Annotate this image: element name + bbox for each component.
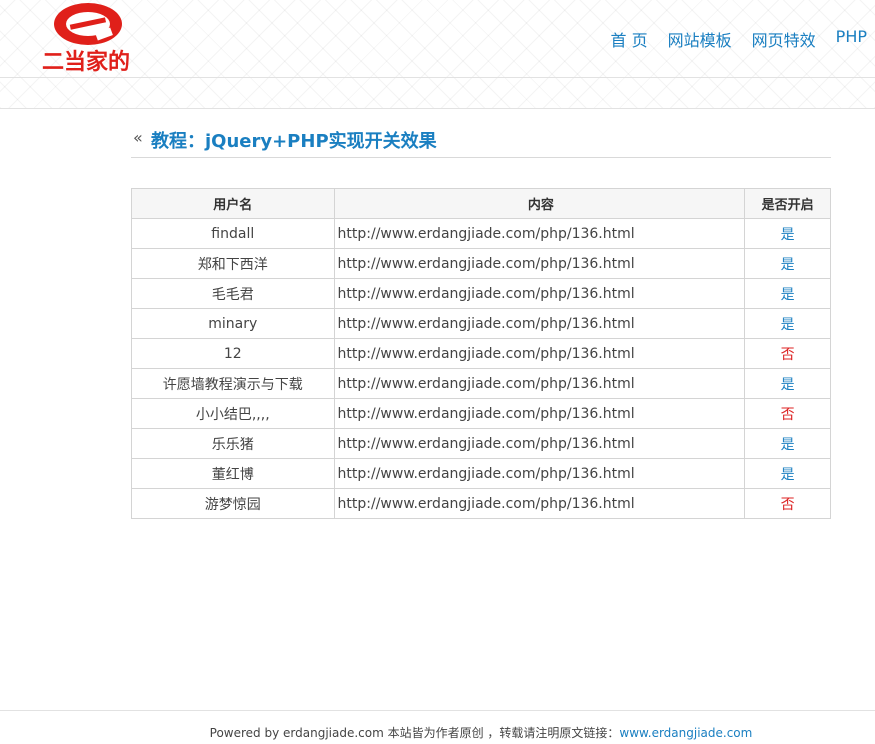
main-nav: 首 页 网站模板 网页特效 PHP bbox=[611, 27, 867, 51]
table-row: minary http://www.erdangjiade.com/php/136… bbox=[131, 308, 831, 339]
cell-content: http://www.erdangjiade.com/php/136.html bbox=[333, 428, 746, 459]
footer-divider bbox=[0, 710, 875, 711]
double-chevron-left-icon: « bbox=[133, 128, 143, 147]
cell-username: 游梦惊园 bbox=[131, 488, 335, 519]
cell-username: 郑和下西洋 bbox=[131, 248, 335, 279]
cell-status: 是 bbox=[744, 218, 831, 249]
nav-item-effects[interactable]: 网页特效 bbox=[752, 27, 816, 51]
cell-status: 是 bbox=[744, 458, 831, 489]
table-row: 董红博 http://www.erdangjiade.com/php/136.ht… bbox=[131, 458, 831, 489]
cell-username: 小小结巴,,,, bbox=[131, 398, 335, 429]
footer-link[interactable]: www.erdangjiade.com bbox=[619, 726, 752, 740]
site-logo[interactable]: 二当家的 bbox=[40, 0, 132, 75]
cell-status: 否 bbox=[744, 488, 831, 519]
cell-username: 12 bbox=[131, 338, 335, 369]
cell-status: 是 bbox=[744, 248, 831, 279]
cell-content: http://www.erdangjiade.com/php/136.html bbox=[333, 248, 746, 279]
table-header-row: 用户名 内容 是否开启 bbox=[131, 188, 831, 219]
column-header-status: 是否开启 bbox=[744, 188, 831, 219]
status-toggle-on[interactable]: 是 bbox=[781, 437, 795, 453]
cell-username: 许愿墙教程演示与下载 bbox=[131, 368, 335, 399]
header-bottom-border bbox=[0, 108, 875, 109]
table-row: 小小结巴,,,, http://www.erdangjiade.com/php/1… bbox=[131, 398, 831, 429]
cell-username: findall bbox=[131, 218, 335, 249]
page-title-bar: « 教程：jQuery+PHP实现开关效果 bbox=[131, 126, 831, 158]
status-toggle-on[interactable]: 是 bbox=[781, 227, 795, 243]
nav-item-templates[interactable]: 网站模板 bbox=[668, 27, 732, 51]
cell-username: 乐乐猪 bbox=[131, 428, 335, 459]
cell-status: 否 bbox=[744, 338, 831, 369]
status-toggle-on[interactable]: 是 bbox=[781, 287, 795, 303]
status-toggle-on[interactable]: 是 bbox=[781, 257, 795, 273]
switch-table: 用户名 内容 是否开启 findall http://www.erdangjiad… bbox=[131, 188, 831, 519]
cell-status: 是 bbox=[744, 278, 831, 309]
footer-text: Powered by erdangjiade.com 本站皆为作者原创 ，转载请… bbox=[209, 726, 620, 740]
logo-e-icon bbox=[54, 3, 122, 45]
cell-content: http://www.erdangjiade.com/php/136.html bbox=[333, 398, 746, 429]
column-header-content: 内容 bbox=[333, 188, 746, 219]
site-footer: Powered by erdangjiade.com 本站皆为作者原创 ，转载请… bbox=[0, 724, 875, 741]
status-toggle-on[interactable]: 是 bbox=[781, 317, 795, 333]
table-row: 许愿墙教程演示与下载 http://www.erdangjiade.com/php… bbox=[131, 368, 831, 399]
cell-username: minary bbox=[131, 308, 335, 339]
status-toggle-off[interactable]: 否 bbox=[781, 407, 795, 423]
nav-item-php[interactable]: PHP bbox=[836, 27, 867, 51]
cell-content: http://www.erdangjiade.com/php/136.html bbox=[333, 458, 746, 489]
status-toggle-off[interactable]: 否 bbox=[781, 347, 795, 363]
cell-content: http://www.erdangjiade.com/php/136.html bbox=[333, 488, 746, 519]
cell-status: 是 bbox=[744, 428, 831, 459]
status-toggle-on[interactable]: 是 bbox=[781, 467, 795, 483]
column-header-username: 用户名 bbox=[131, 188, 335, 219]
cell-content: http://www.erdangjiade.com/php/136.html bbox=[333, 308, 746, 339]
cell-content: http://www.erdangjiade.com/php/136.html bbox=[333, 338, 746, 369]
cell-status: 是 bbox=[744, 368, 831, 399]
header-divider bbox=[0, 77, 875, 78]
logo-text: 二当家的 bbox=[41, 50, 130, 75]
cell-status: 否 bbox=[744, 398, 831, 429]
cell-status: 是 bbox=[744, 308, 831, 339]
table-row: 乐乐猪 http://www.erdangjiade.com/php/136.ht… bbox=[131, 428, 831, 459]
table-row: findall http://www.erdangjiade.com/php/13… bbox=[131, 218, 831, 249]
cell-content: http://www.erdangjiade.com/php/136.html bbox=[333, 218, 746, 249]
nav-item-home[interactable]: 首 页 bbox=[611, 27, 648, 51]
status-toggle-off[interactable]: 否 bbox=[781, 497, 795, 513]
table-row: 12 http://www.erdangjiade.com/php/136.htm… bbox=[131, 338, 831, 369]
table-row: 游梦惊园 http://www.erdangjiade.com/php/136.h… bbox=[131, 488, 831, 519]
table-body: findall http://www.erdangjiade.com/php/13… bbox=[131, 218, 831, 519]
status-toggle-on[interactable]: 是 bbox=[781, 377, 795, 393]
page-title: 教程：jQuery+PHP实现开关效果 bbox=[151, 131, 437, 152]
table-row: 郑和下西洋 http://www.erdangjiade.com/php/136.… bbox=[131, 248, 831, 279]
cell-content: http://www.erdangjiade.com/php/136.html bbox=[333, 278, 746, 309]
cell-username: 毛毛君 bbox=[131, 278, 335, 309]
cell-content: http://www.erdangjiade.com/php/136.html bbox=[333, 368, 746, 399]
cell-username: 董红博 bbox=[131, 458, 335, 489]
site-header: 二当家的 首 页 网站模板 网页特效 PHP bbox=[0, 0, 875, 109]
table-row: 毛毛君 http://www.erdangjiade.com/php/136.ht… bbox=[131, 278, 831, 309]
